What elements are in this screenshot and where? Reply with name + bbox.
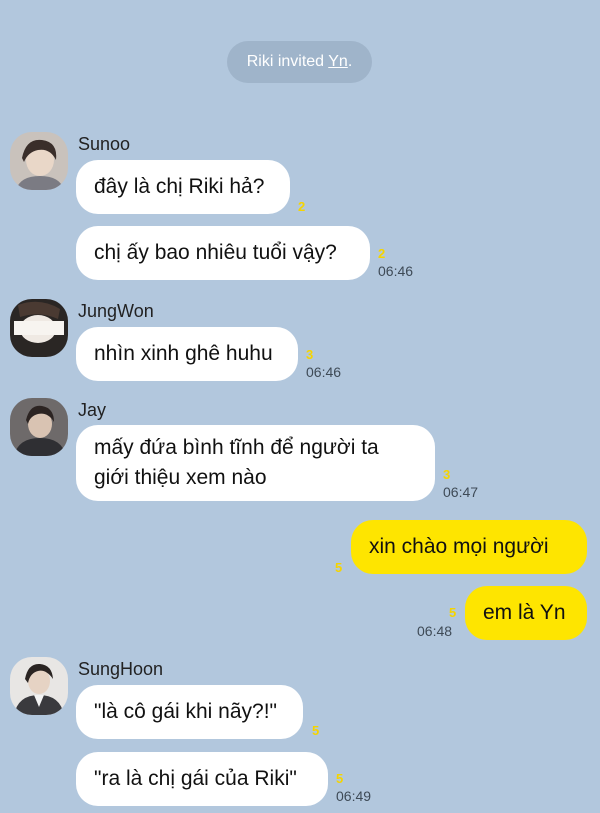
sender-name: SungHoon bbox=[78, 659, 164, 679]
message-time: 06:47 bbox=[443, 484, 479, 500]
sender-name: Jay bbox=[78, 400, 107, 420]
unread-count: 5 bbox=[336, 771, 344, 786]
unread-count: 3 bbox=[443, 467, 451, 482]
message-bubble[interactable]: "ra là chị gái của Riki" bbox=[76, 752, 328, 806]
my-message-bubble[interactable]: xin chào mọi người bbox=[351, 520, 587, 574]
message-bubble[interactable]: chị ấy bao nhiêu tuổi vậy? bbox=[76, 226, 370, 280]
system-notice: Riki invited Yn. bbox=[227, 41, 372, 83]
message-bubble[interactable]: "là cô gái khi nãy?!" bbox=[76, 685, 303, 739]
sender-name: JungWon bbox=[78, 301, 154, 321]
unread-count: 5 bbox=[449, 605, 457, 620]
sender-name: Sunoo bbox=[78, 134, 131, 154]
message-time: 06:48 bbox=[417, 623, 453, 639]
unread-count: 5 bbox=[312, 723, 320, 738]
message-time: 06:46 bbox=[306, 364, 342, 380]
message-time: 06:46 bbox=[378, 263, 414, 279]
message-bubble[interactable]: nhìn xinh ghê huhu bbox=[76, 327, 298, 381]
system-notice-suffix: . bbox=[347, 53, 353, 70]
message-time: 06:49 bbox=[336, 788, 372, 804]
message-bubble[interactable]: đây là chị Riki hả? bbox=[76, 160, 290, 214]
avatar-sunoo[interactable] bbox=[10, 132, 68, 190]
avatar-jungwon[interactable] bbox=[10, 299, 68, 357]
avatar-sunghoon[interactable] bbox=[10, 657, 68, 715]
system-notice-prefix: Riki invited bbox=[246, 53, 329, 70]
my-message-bubble[interactable]: em là Yn bbox=[465, 586, 587, 640]
unread-count: 5 bbox=[335, 560, 343, 575]
avatar-jay[interactable] bbox=[10, 398, 68, 456]
invited-user-link[interactable]: Yn bbox=[328, 53, 348, 70]
unread-count: 3 bbox=[306, 347, 314, 362]
message-bubble[interactable]: mấy đứa bình tĩnh để người ta giới thiệu… bbox=[76, 425, 435, 501]
unread-count: 2 bbox=[378, 246, 386, 261]
unread-count: 2 bbox=[298, 199, 306, 214]
